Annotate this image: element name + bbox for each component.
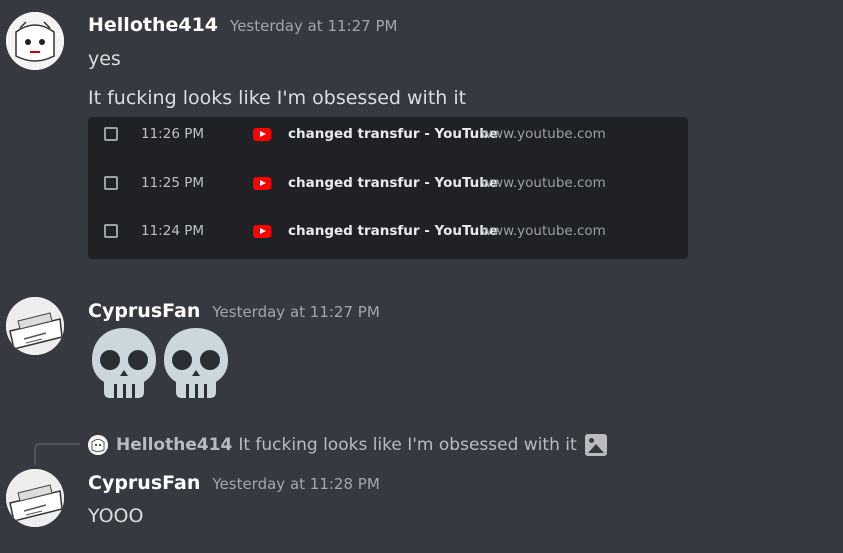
reply-username[interactable]: Hellothe414 xyxy=(116,435,232,455)
message-text: It fucking looks like I'm obsessed with … xyxy=(88,87,467,109)
reply-spine xyxy=(34,443,80,465)
checkbox-icon xyxy=(104,127,118,141)
avatar[interactable] xyxy=(6,469,64,527)
username[interactable]: CyprusFan xyxy=(88,300,200,322)
timestamp: Yesterday at 11:27 PM xyxy=(212,303,380,321)
youtube-icon xyxy=(253,176,271,190)
skull-emoji[interactable] xyxy=(162,326,230,400)
reply-avatar xyxy=(88,435,108,455)
history-title: changed transfur - YouTube xyxy=(288,175,499,191)
timestamp: Yesterday at 11:27 PM xyxy=(230,17,398,35)
history-row: 11:26 PM changed transfur - YouTube www.… xyxy=(88,119,688,149)
checkbox-icon xyxy=(104,224,118,238)
avatar-drawing xyxy=(6,12,64,70)
avatar-drawing xyxy=(6,469,64,527)
message-text: YOOO xyxy=(88,505,144,527)
username[interactable]: CyprusFan xyxy=(88,472,200,494)
avatar-drawing xyxy=(6,297,64,355)
history-screenshot[interactable]: 11:26 PM changed transfur - YouTube www.… xyxy=(88,117,688,259)
youtube-icon xyxy=(253,127,271,141)
history-time: 11:25 PM xyxy=(141,175,204,191)
message-text: yes xyxy=(88,48,121,70)
history-url: www.youtube.com xyxy=(481,223,606,239)
history-row: 11:24 PM changed transfur - YouTube www.… xyxy=(88,216,688,246)
timestamp: Yesterday at 11:28 PM xyxy=(212,475,380,493)
history-time: 11:26 PM xyxy=(141,126,204,142)
avatar[interactable] xyxy=(6,12,64,70)
reply-text: It fucking looks like I'm obsessed with … xyxy=(238,435,577,455)
skull-emoji[interactable] xyxy=(90,326,158,400)
history-url: www.youtube.com xyxy=(481,126,606,142)
history-time: 11:24 PM xyxy=(141,223,204,239)
history-title: changed transfur - YouTube xyxy=(288,126,499,142)
image-icon xyxy=(584,434,607,456)
history-url: www.youtube.com xyxy=(481,175,606,191)
history-title: changed transfur - YouTube xyxy=(288,223,499,239)
youtube-icon xyxy=(253,224,271,238)
checkbox-icon xyxy=(104,176,118,190)
reply-reference[interactable]: Hellothe414 It fucking looks like I'm ob… xyxy=(88,432,607,458)
username[interactable]: Hellothe414 xyxy=(88,14,218,36)
history-row: 11:25 PM changed transfur - YouTube www.… xyxy=(88,168,688,198)
avatar[interactable] xyxy=(6,297,64,355)
